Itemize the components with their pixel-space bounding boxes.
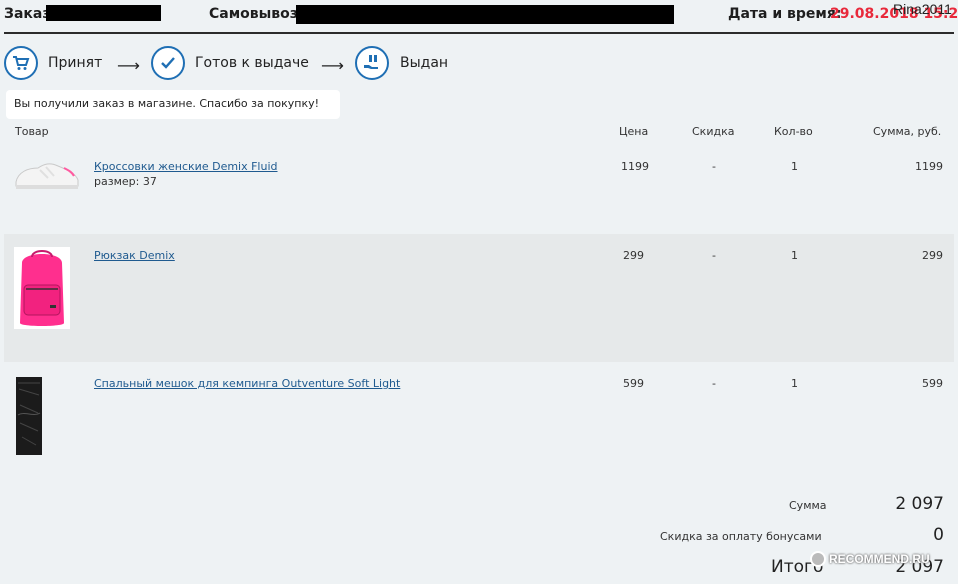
table-row: Кроссовки женские Demix Fluid размер: 37… bbox=[4, 146, 954, 234]
col-header-product: Товар bbox=[15, 125, 49, 138]
price-cell: 1199 bbox=[621, 160, 649, 173]
subtotal-label: Сумма bbox=[789, 499, 827, 512]
step-issued-label: Выдан bbox=[400, 55, 449, 71]
product-link[interactable]: Кроссовки женские Demix Fluid bbox=[94, 160, 278, 173]
col-header-discount: Скидка bbox=[692, 125, 735, 138]
col-header-price: Цена bbox=[619, 125, 649, 138]
step-ready-label: Готов к выдаче bbox=[195, 55, 309, 71]
sneaker-image bbox=[14, 158, 80, 196]
watermark-username: Rina2011 bbox=[893, 1, 952, 17]
recommend-watermark: RECOMMEND.RU bbox=[810, 551, 930, 567]
sum-cell: 599 bbox=[922, 377, 943, 390]
discount-cell: - bbox=[712, 249, 716, 262]
backpack-image bbox=[14, 247, 70, 333]
qty-cell: 1 bbox=[791, 377, 798, 390]
sum-cell: 1199 bbox=[915, 160, 943, 173]
bonus-discount-value: 0 bbox=[933, 525, 944, 545]
price-cell: 599 bbox=[623, 377, 644, 390]
bonus-discount-label: Скидка за оплату бонусами bbox=[660, 530, 822, 543]
table-row: Спальный мешок для кемпинга Outventure S… bbox=[4, 362, 954, 482]
table-row: Рюкзак Demix 299 - 1 299 bbox=[4, 234, 954, 362]
col-header-qty: Кол-во bbox=[774, 125, 813, 138]
product-size: размер: 37 bbox=[94, 175, 157, 188]
order-header: Заказ Самовывоз: Дата и время: 29.08.201… bbox=[0, 0, 958, 32]
qty-cell: 1 bbox=[791, 249, 798, 262]
cart-icon bbox=[4, 46, 38, 80]
hand-package-icon bbox=[355, 46, 389, 80]
redacted-order-number bbox=[46, 5, 161, 21]
col-header-sum: Сумма, руб. bbox=[873, 125, 942, 138]
product-link[interactable]: Рюкзак Demix bbox=[94, 249, 175, 262]
datetime-label: Дата и время: bbox=[728, 6, 842, 22]
pickup-label: Самовывоз: bbox=[209, 6, 304, 22]
arrow-right-icon: ⟶ bbox=[321, 56, 344, 75]
qty-cell: 1 bbox=[791, 160, 798, 173]
recommend-watermark-text: RECOMMEND.RU bbox=[829, 552, 930, 566]
order-label: Заказ bbox=[4, 6, 51, 22]
sum-cell: 299 bbox=[922, 249, 943, 262]
arrow-right-icon: ⟶ bbox=[117, 56, 140, 75]
recommend-logo-icon bbox=[810, 551, 826, 567]
step-accepted-label: Принят bbox=[48, 55, 103, 71]
product-link[interactable]: Спальный мешок для кемпинга Outventure S… bbox=[94, 377, 400, 390]
notice-message: Вы получили заказ в магазине. Спасибо за… bbox=[6, 90, 340, 119]
price-cell: 299 bbox=[623, 249, 644, 262]
discount-cell: - bbox=[712, 160, 716, 173]
sleeping-bag-image bbox=[14, 375, 44, 461]
redacted-pickup-address bbox=[296, 5, 674, 24]
checkmark-icon bbox=[151, 46, 185, 80]
subtotal-value: 2 097 bbox=[895, 494, 944, 514]
discount-cell: - bbox=[712, 377, 716, 390]
header-divider bbox=[4, 32, 954, 34]
